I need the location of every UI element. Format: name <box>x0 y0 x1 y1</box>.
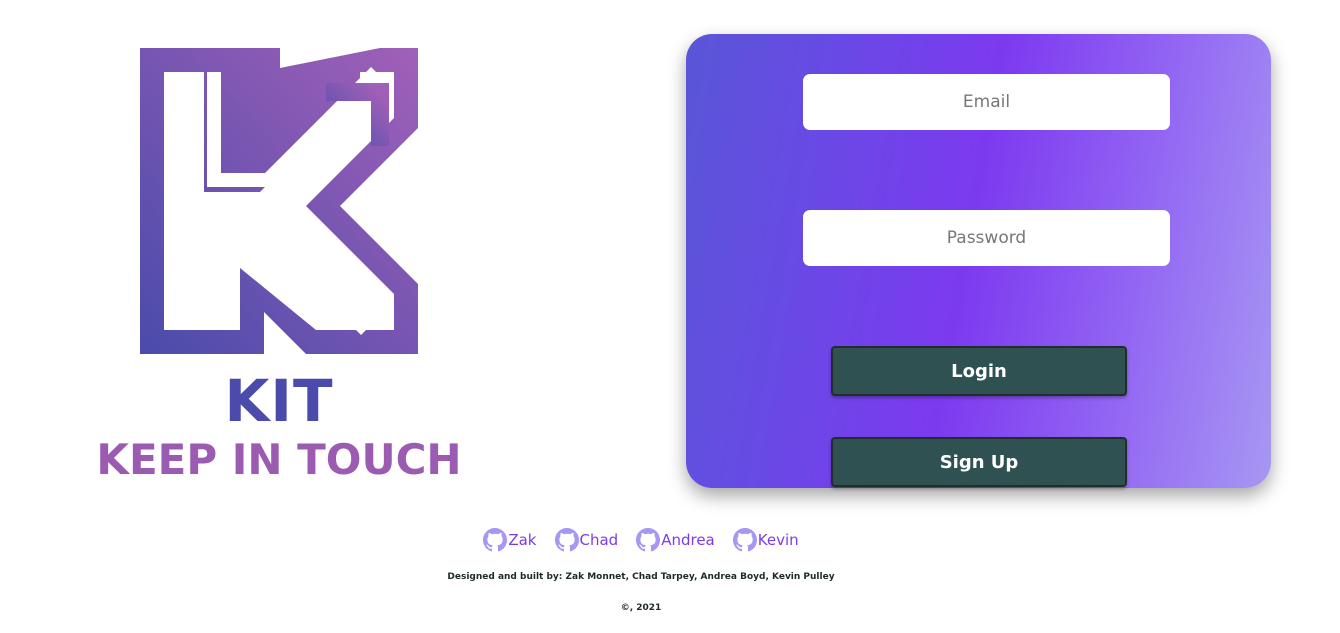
app-logo: KIT KEEP IN TOUCH <box>70 40 490 490</box>
signup-button[interactable]: Sign Up <box>831 437 1127 487</box>
login-card: Login Sign Up <box>686 34 1271 488</box>
login-button[interactable]: Login <box>831 346 1127 396</box>
password-field[interactable] <box>803 210 1170 266</box>
kit-logo-icon <box>140 48 418 354</box>
github-icon <box>636 528 661 552</box>
github-link-label: Zak <box>508 531 537 549</box>
logo-title: KIT <box>224 367 334 435</box>
logo-tagline: KEEP IN TOUCH <box>96 435 462 484</box>
github-link-kevin[interactable]: Kevin <box>732 528 799 552</box>
github-links: Zak Chad Andrea Kevin <box>0 528 1282 552</box>
github-link-andrea[interactable]: Andrea <box>636 528 715 552</box>
github-link-label: Kevin <box>757 531 799 549</box>
email-field[interactable] <box>803 74 1170 130</box>
github-link-chad[interactable]: Chad <box>554 528 619 552</box>
github-icon <box>483 528 508 552</box>
github-link-zak[interactable]: Zak <box>483 528 537 552</box>
github-icon <box>554 528 579 552</box>
github-icon <box>732 528 757 552</box>
credits-text: Designed and built by: Zak Monnet, Chad … <box>447 572 835 582</box>
github-link-label: Chad <box>579 531 619 549</box>
copyright-text: ©, 2021 <box>620 603 662 613</box>
github-link-label: Andrea <box>661 531 715 549</box>
